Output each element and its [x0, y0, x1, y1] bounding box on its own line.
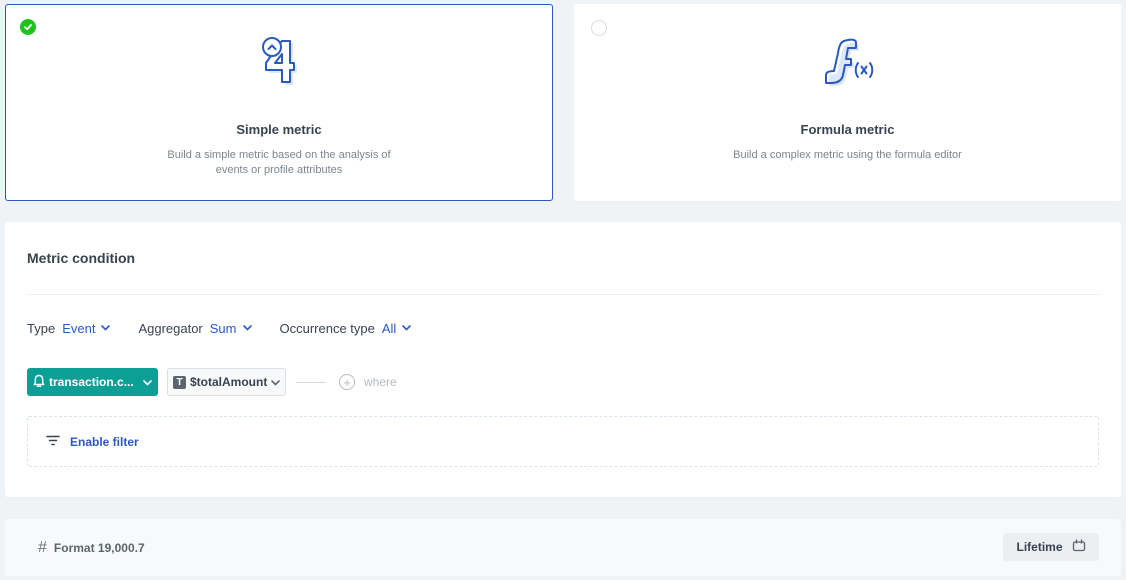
format-label: Format 19,000.7: [53, 541, 145, 555]
occurrence-type-value: All: [381, 321, 397, 336]
enable-filter-label: Enable filter: [70, 434, 139, 449]
simple-metric-description: Build a simple metric based on the analy…: [6, 148, 552, 178]
occurrence-type-dropdown[interactable]: Occurrence type All: [280, 321, 412, 336]
type-value: Event: [62, 321, 96, 336]
plus-circle-icon: +: [339, 374, 355, 390]
metric-condition-panel: Metric condition Type Event Aggregator S…: [5, 222, 1121, 497]
lifetime-label: Lifetime: [1016, 540, 1063, 554]
simple-metric-card[interactable]: Simple metric Build a simple metric base…: [5, 4, 553, 201]
hash-icon: #: [38, 539, 47, 556]
add-where-button[interactable]: + where: [339, 374, 397, 390]
aggregator-value: Sum: [209, 321, 237, 336]
formula-metric-icon: [816, 33, 880, 93]
chevron-down-icon: [101, 323, 111, 334]
simple-metric-icon: [247, 33, 311, 93]
formula-metric-description: Build a complex metric using the formula…: [575, 148, 1120, 163]
event-row: transaction.c... T $totalAmount + where: [27, 368, 397, 396]
connector-line: [296, 381, 326, 383]
divider: [27, 294, 1099, 295]
event-dropdown[interactable]: transaction.c...: [27, 368, 158, 396]
where-label: where: [364, 375, 397, 389]
chevron-down-icon: [143, 375, 152, 389]
aggregator-dropdown[interactable]: Aggregator Sum: [138, 321, 252, 336]
format-bar: # Format 19,000.7 Lifetime: [5, 519, 1121, 576]
simple-metric-title: Simple metric: [236, 122, 322, 137]
type-label: Type: [27, 321, 56, 336]
formula-metric-title: Formula metric: [800, 122, 895, 137]
formula-metric-card[interactable]: Formula metric Build a complex metric us…: [574, 4, 1121, 201]
type-dropdown[interactable]: Type Event: [27, 321, 111, 336]
bell-icon: [33, 374, 45, 391]
lifetime-button[interactable]: Lifetime: [1003, 533, 1099, 561]
condition-selectors: Type Event Aggregator Sum Occurrence typ…: [27, 321, 439, 336]
enable-filter-button[interactable]: Enable filter: [27, 416, 1099, 467]
attribute-dropdown[interactable]: T $totalAmount: [167, 368, 286, 396]
calendar-icon: [1063, 539, 1086, 555]
filter-icon: [46, 433, 60, 451]
description-line: events or profile attributes: [215, 164, 343, 176]
description-line: Build a simple metric based on the analy…: [167, 149, 391, 161]
event-label: transaction.c...: [49, 375, 134, 389]
text-type-icon: T: [173, 375, 186, 389]
chevron-down-icon: [242, 323, 252, 334]
metric-condition-title: Metric condition: [27, 250, 136, 266]
selected-check-icon: [20, 19, 36, 35]
attribute-label: $totalAmount: [190, 375, 268, 389]
chevron-down-icon: [402, 323, 412, 334]
occurrence-type-label: Occurrence type: [279, 321, 375, 336]
aggregator-label: Aggregator: [138, 321, 203, 336]
description-line: Build a complex metric using the formula…: [733, 149, 962, 161]
format-button[interactable]: # Format 19,000.7: [38, 539, 145, 557]
chevron-down-icon: [271, 375, 280, 389]
unselected-radio-icon[interactable]: [591, 20, 607, 36]
